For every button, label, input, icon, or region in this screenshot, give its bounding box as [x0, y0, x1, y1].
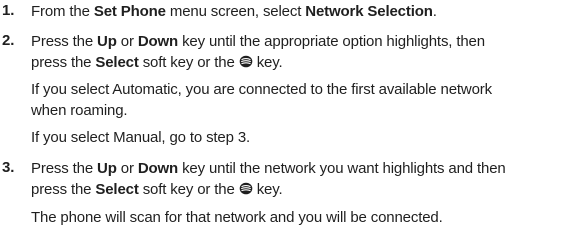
- key-name: Down: [137, 160, 179, 177]
- key-name: Up: [97, 33, 117, 50]
- note-line: when roaming.: [31, 102, 128, 119]
- key-name: Down: [137, 33, 179, 50]
- step-text-line: Press the Up or Down key until the netwo…: [31, 160, 506, 177]
- step-text-line: press the Select soft key or the key.: [31, 54, 283, 71]
- note-line: The phone will scan for that network and…: [31, 209, 443, 226]
- ok-key-icon: [239, 182, 253, 195]
- note-line: If you select Manual, go to step 3.: [31, 129, 251, 146]
- step-number: 1.: [2, 2, 15, 19]
- key-name: Select: [95, 54, 139, 71]
- step-text: From the Set Phone menu screen, select N…: [31, 3, 437, 20]
- note-line: If you select Automatic, you are connect…: [31, 81, 492, 98]
- step-number: 2.: [2, 32, 15, 49]
- key-name: Up: [97, 160, 117, 177]
- step-number: 3.: [2, 159, 15, 176]
- step-text-line: press the Select soft key or the key.: [31, 181, 283, 198]
- menu-name: Set Phone: [93, 3, 166, 20]
- option-name: Network Selection: [305, 3, 433, 20]
- step-text-line: Press the Up or Down key until the appro…: [31, 33, 485, 50]
- instruction-document: 1. From the Set Phone menu screen, selec…: [0, 0, 581, 250]
- key-name: Select: [95, 181, 139, 198]
- ok-key-icon: [239, 55, 253, 68]
